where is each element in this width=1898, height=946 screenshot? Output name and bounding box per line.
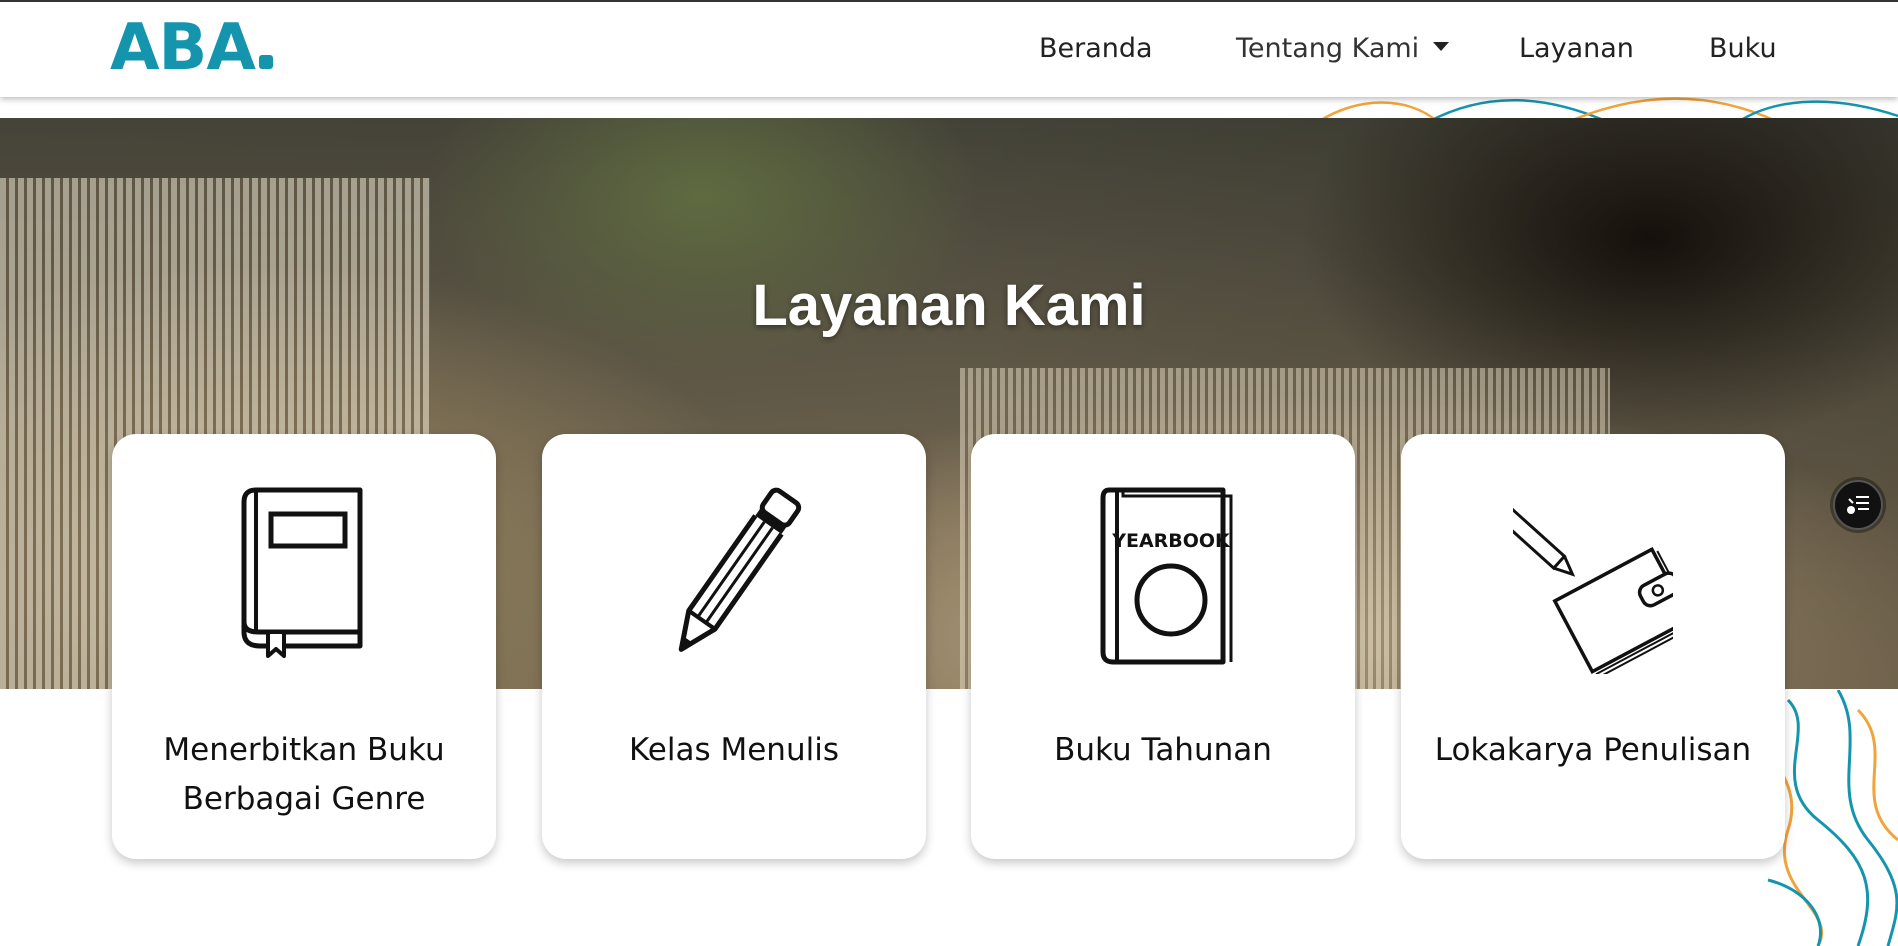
service-label: Kelas Menulis: [629, 732, 839, 768]
top-navbar: ABA Beranda Tentang Kami Layanan Buku: [0, 0, 1898, 97]
notebook-pencil-icon: [1513, 500, 1673, 674]
service-card-writing-class[interactable]: Kelas Menulis: [542, 434, 926, 859]
service-label: Menerbitkan Buku Berbagai Genre: [163, 732, 445, 817]
nav-tentang-kami[interactable]: Tentang Kami: [1236, 33, 1450, 64]
yearbook-cover-text: YEARBOOK: [1111, 530, 1231, 552]
service-label: Lokakarya Penulisan: [1434, 732, 1752, 768]
logo-dot: [258, 55, 273, 69]
service-card-publishing[interactable]: Menerbitkan Buku Berbagai Genre: [112, 434, 496, 859]
hero-title: Layanan Kami: [752, 272, 1146, 338]
book-icon: [241, 487, 363, 658]
nav-layanan[interactable]: Layanan: [1519, 35, 1634, 62]
nav-tentang-kami-label: Tentang Kami: [1236, 33, 1420, 64]
caret-down-icon: [1433, 42, 1450, 51]
nav-beranda[interactable]: Beranda: [1039, 35, 1153, 62]
service-card-yearbook[interactable]: YEARBOOK Buku Tahunan: [971, 434, 1355, 859]
service-label: Buku Tahunan: [1054, 732, 1272, 768]
logo-text: ABA: [110, 11, 256, 85]
brand-logo[interactable]: ABA: [110, 16, 273, 80]
nav-buku[interactable]: Buku: [1709, 35, 1777, 62]
service-card-workshop[interactable]: Lokakarya Penulisan: [1401, 434, 1785, 859]
accessibility-menu-icon: [1847, 496, 1869, 514]
yearbook-icon: YEARBOOK: [1100, 487, 1233, 665]
pencil-icon: [678, 487, 802, 652]
accessibility-menu-button[interactable]: [1833, 480, 1883, 530]
